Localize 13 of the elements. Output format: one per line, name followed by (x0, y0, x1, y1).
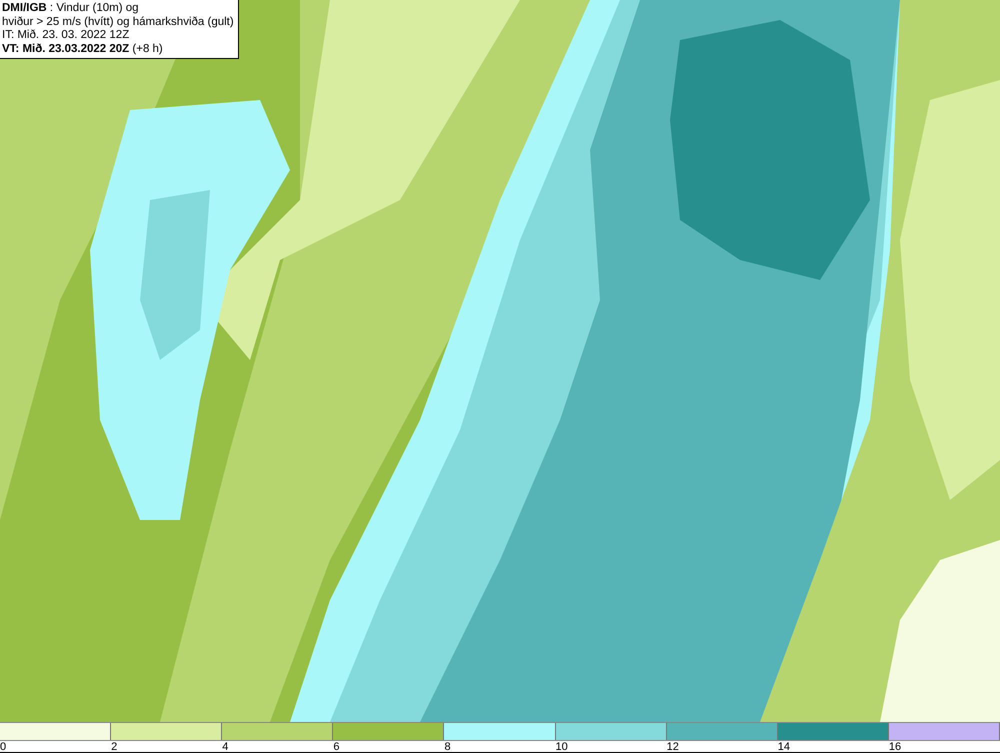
legend-tick-label: 10 (556, 741, 568, 753)
legend-tick-label: 2 (111, 741, 118, 753)
info-line: IT: Mið. 23. 03. 2022 12Z (2, 29, 130, 42)
legend-tick-label: 6 (333, 741, 340, 753)
legend-tick-label: 14 (778, 741, 790, 753)
legend-tick-label: 12 (666, 741, 679, 753)
info-line: DMI/IGB : Vindur (10m) og (2, 2, 140, 16)
legend-tick-label: 0 (0, 741, 6, 753)
legend-tick-label: 8 (444, 741, 451, 753)
info-line: VT: Mið. 23.03.2022 20Z (+8 h) (2, 42, 164, 56)
info-line: hviður > 25 m/s (hvítt) og hámarkshviða (gult) (2, 16, 234, 29)
legend-tick-label: 4 (222, 741, 228, 753)
legend-tick-label: 16 (888, 741, 902, 753)
